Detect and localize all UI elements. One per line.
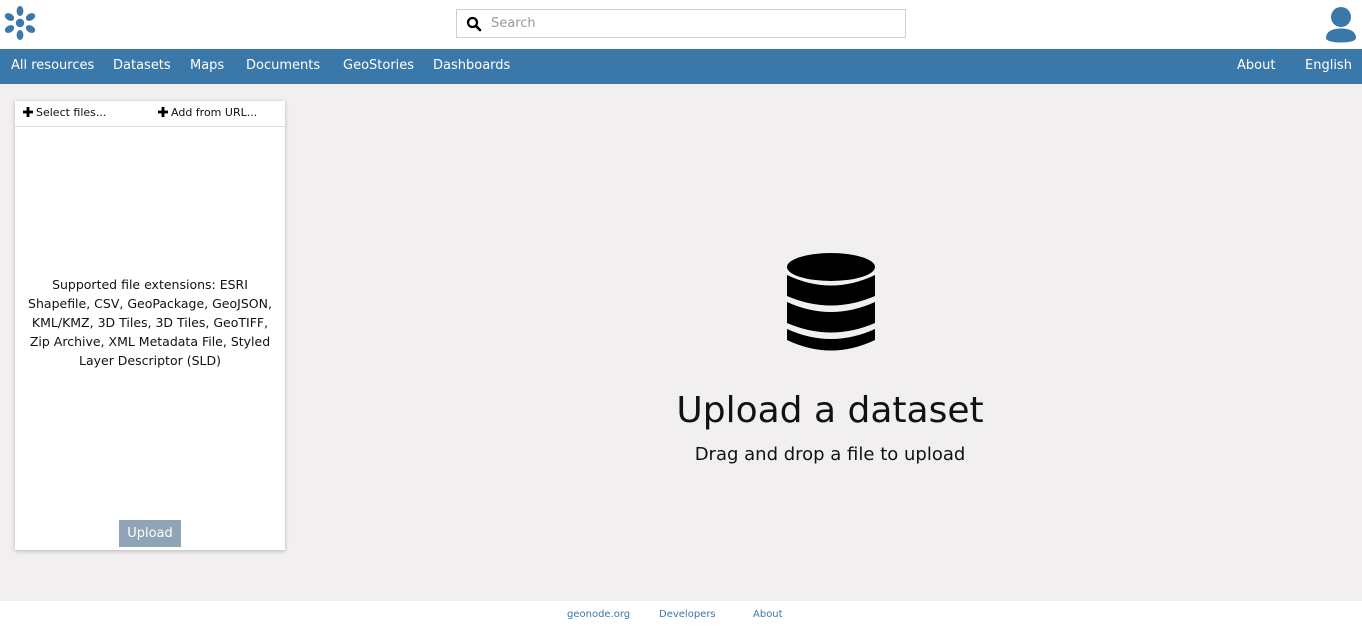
top-header <box>0 0 1362 49</box>
user-avatar-icon[interactable] <box>1324 5 1358 43</box>
add-from-url-button[interactable]: Add from URL... <box>158 106 257 122</box>
supported-extensions-text: Supported file extensions: ESRI Shapefil… <box>28 277 272 368</box>
dropzone-title: Upload a dataset <box>676 390 984 431</box>
main-navbar: All resources Datasets Maps Documents Ge… <box>0 49 1362 84</box>
footer-link-about[interactable]: About <box>753 609 783 620</box>
database-icon <box>787 253 875 351</box>
select-files-label: Select files... <box>36 106 107 119</box>
upload-panel-toolbar: Select files... Add from URL... <box>15 101 285 127</box>
page-footer: geonode.org Developers About <box>0 601 1362 627</box>
search-input[interactable] <box>491 12 891 35</box>
nav-geostories[interactable]: GeoStories <box>343 49 414 84</box>
nav-about[interactable]: About <box>1237 49 1275 84</box>
upload-button[interactable]: Upload <box>119 520 181 547</box>
footer-link-geonode[interactable]: geonode.org <box>567 609 630 620</box>
nav-maps[interactable]: Maps <box>190 49 224 84</box>
nav-documents[interactable]: Documents <box>246 49 320 84</box>
plus-icon <box>23 107 33 117</box>
footer-link-developers[interactable]: Developers <box>659 609 716 620</box>
plus-icon <box>158 107 168 117</box>
search-icon[interactable] <box>466 16 482 32</box>
nav-dashboards[interactable]: Dashboards <box>433 49 510 84</box>
geonode-logo-icon[interactable] <box>2 4 38 42</box>
upload-panel: Select files... Add from URL... Supporte… <box>15 101 285 550</box>
dropzone-subtitle: Drag and drop a file to upload <box>694 444 966 465</box>
add-from-url-label: Add from URL... <box>171 106 258 119</box>
search-box <box>456 9 906 38</box>
language-selector[interactable]: English <box>1305 49 1352 84</box>
select-files-button[interactable]: Select files... <box>23 106 106 122</box>
nav-all-resources[interactable]: All resources <box>11 49 94 84</box>
nav-datasets[interactable]: Datasets <box>113 49 171 84</box>
